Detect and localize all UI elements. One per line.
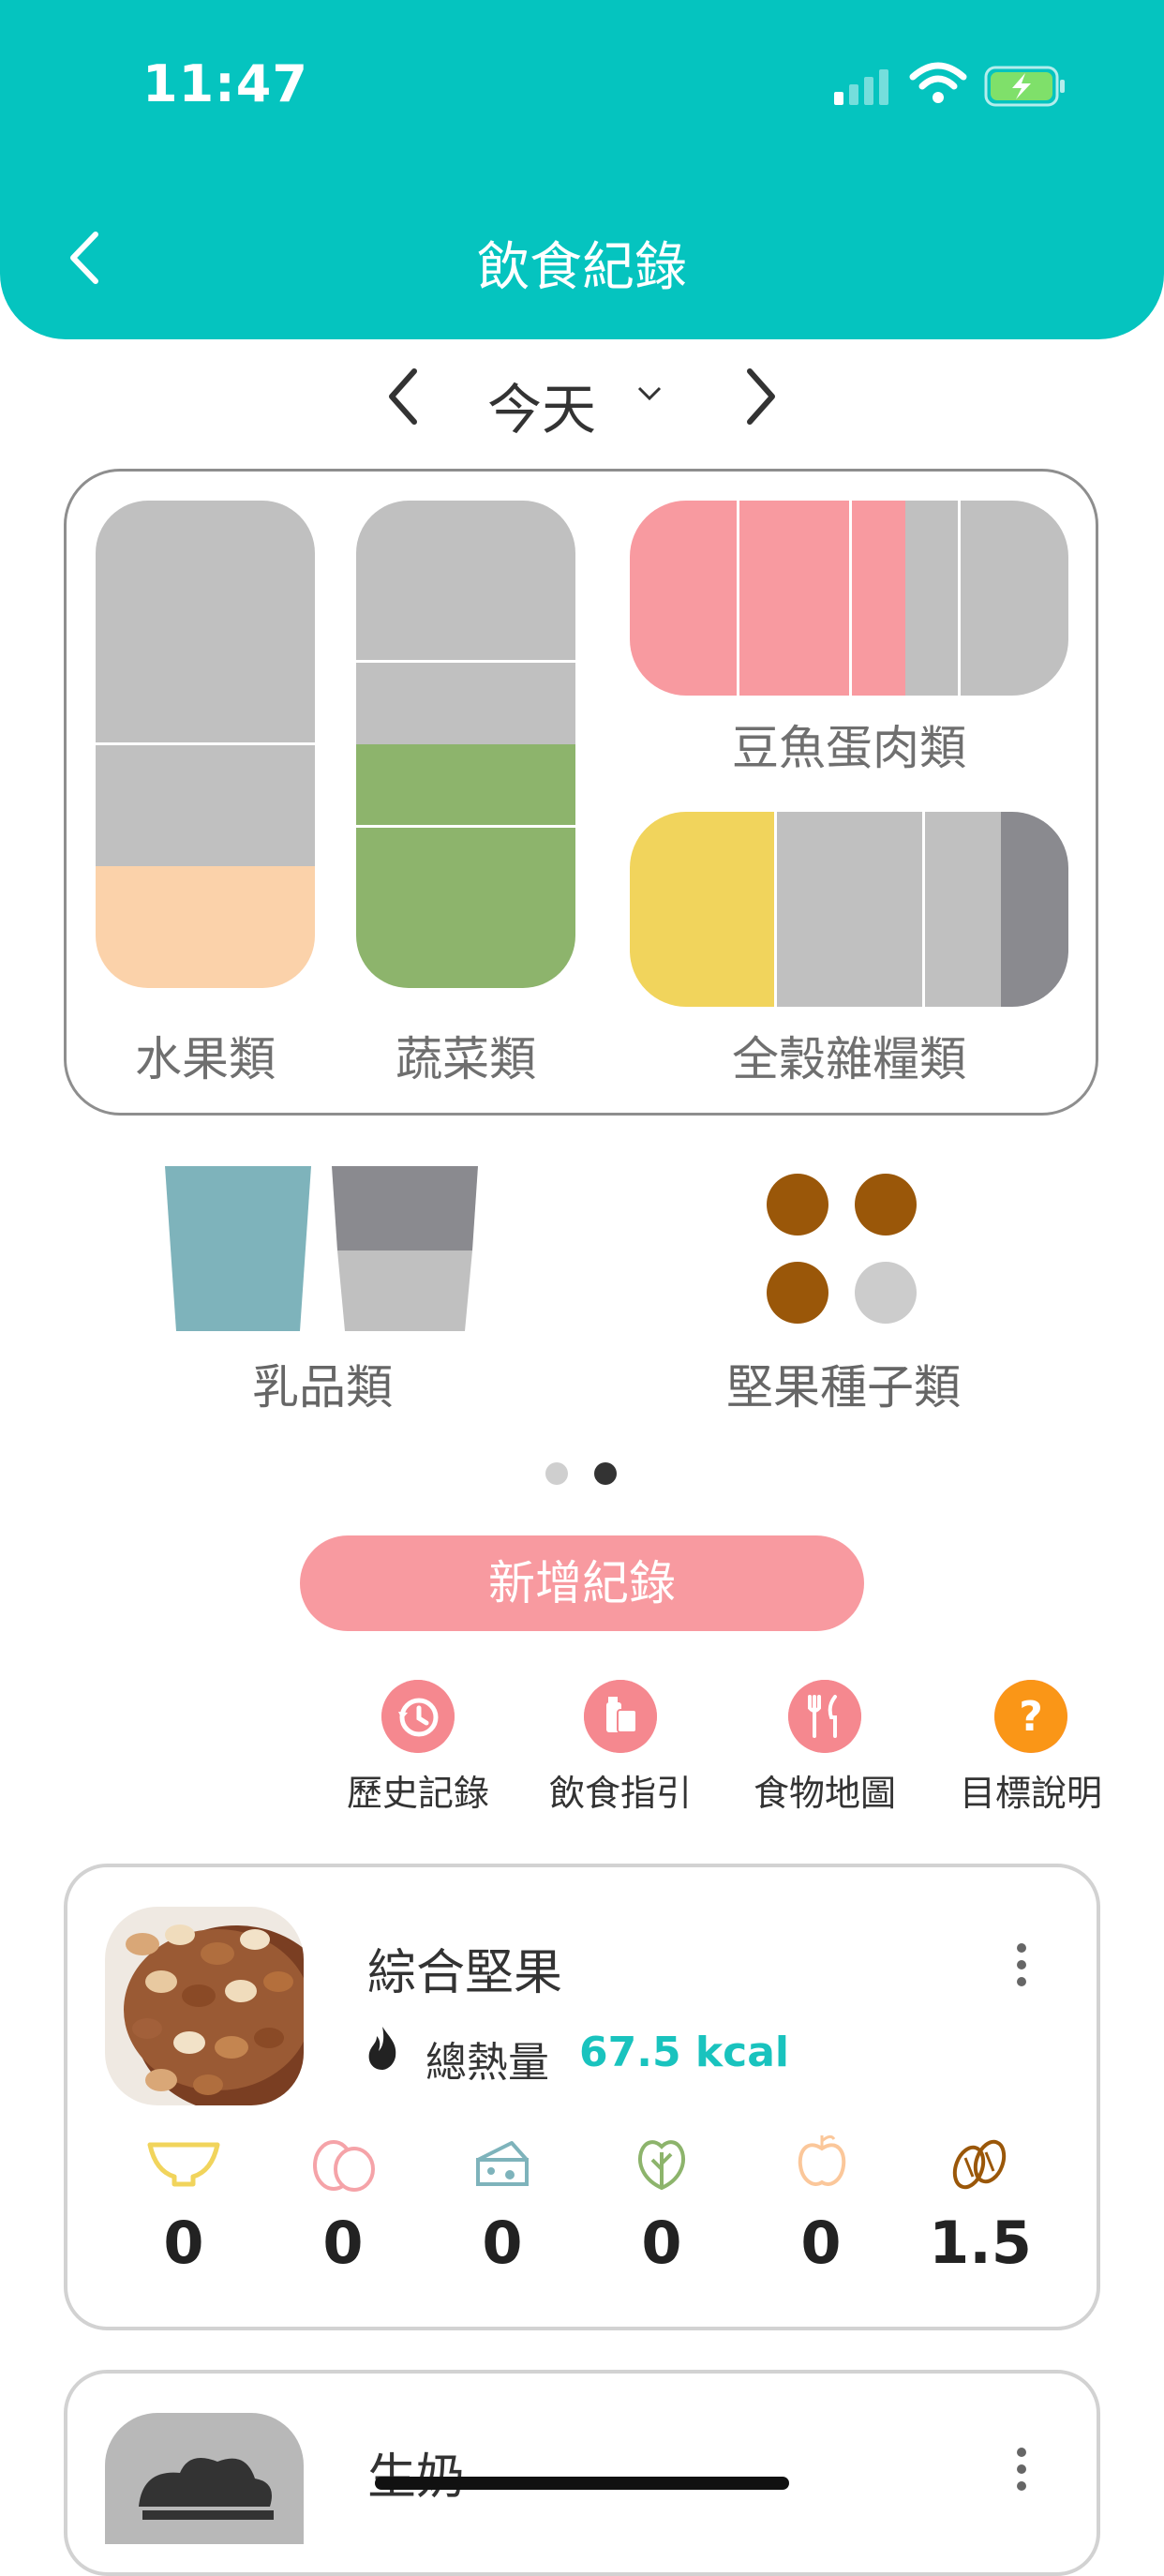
food-map-action[interactable]: 食物地圖: [722, 1680, 928, 1816]
chevron-down-icon: [637, 386, 662, 401]
nuts-almond-icon: [952, 2139, 1007, 2190]
vegetable-icon: [638, 2140, 685, 2191]
fruit-apple-icon: [798, 2134, 846, 2186]
fruit-count: 0: [800, 2209, 842, 2277]
calorie-value: 67.5 kcal: [579, 2029, 789, 2076]
nuts-label: 堅果種子類: [726, 1360, 961, 1415]
food-map-label: 食物地圖: [753, 1773, 896, 1814]
prev-day-button[interactable]: [371, 364, 437, 429]
help-icon: ?: [994, 1680, 1067, 1753]
grains-bar[interactable]: [630, 812, 1068, 1007]
guide-icon: [584, 1680, 657, 1753]
goal-info-label: 目標說明: [959, 1773, 1102, 1814]
nuts-portion: [855, 1174, 917, 1236]
battery-charging-icon: [984, 66, 1065, 107]
goal-info-action[interactable]: ? 目標說明: [928, 1680, 1134, 1816]
dairy-label: 乳品類: [252, 1360, 393, 1415]
protein-label: 豆魚蛋肉類: [732, 721, 966, 775]
pager-dot-active[interactable]: [594, 1462, 617, 1485]
nuts-portion-empty: [855, 1262, 917, 1324]
wifi-icon: [909, 62, 967, 103]
guide-action[interactable]: 飲食指引: [517, 1680, 724, 1816]
dairy-count: 0: [482, 2209, 523, 2277]
vegetable-count: 0: [641, 2209, 682, 2277]
more-options-button[interactable]: [1016, 1942, 1027, 1989]
fruit-label: 水果類: [135, 1032, 276, 1086]
protein-bar[interactable]: [630, 501, 1068, 696]
history-icon: [381, 1680, 455, 1753]
more-options-button[interactable]: [1016, 2447, 1027, 2494]
cheese-icon: [476, 2141, 529, 2186]
food-photo: [105, 2413, 304, 2544]
add-record-button[interactable]: 新增紀錄: [300, 1535, 864, 1631]
pager-dot[interactable]: [545, 1462, 568, 1485]
page-title: 飲食紀錄: [477, 237, 687, 298]
grains-count: 0: [163, 2209, 204, 2277]
food-map-icon: [788, 1680, 861, 1753]
calorie-label: 總熱量: [425, 2039, 549, 2087]
vegetable-label: 蔬菜類: [395, 1032, 536, 1086]
vegetable-bar[interactable]: [356, 501, 575, 988]
nuts-count: 1.5: [929, 2209, 1032, 2277]
nuts-portion: [767, 1262, 828, 1324]
guide-label: 飲食指引: [548, 1773, 692, 1814]
grains-bowl-icon: [147, 2142, 220, 2187]
egg-icon: [313, 2140, 375, 2192]
nuts-portion: [767, 1174, 828, 1236]
food-name: 綜合堅果: [367, 1945, 563, 2001]
food-name: 生奶: [367, 2437, 465, 2508]
dairy-cups[interactable]: [163, 1164, 482, 1333]
history-label: 歷史記錄: [346, 1773, 489, 1814]
history-action[interactable]: 歷史記錄: [315, 1680, 521, 1816]
status-time: 11:47: [142, 54, 308, 113]
svg-text:?: ?: [1019, 1693, 1043, 1741]
fire-icon: [368, 2027, 396, 2070]
food-photo: [105, 1907, 304, 2105]
date-selector[interactable]: 今天: [487, 366, 596, 444]
cellular-signal-icon: [834, 69, 888, 105]
fruit-bar[interactable]: [96, 501, 315, 988]
grains-label: 全穀雜糧類: [732, 1032, 966, 1086]
home-indicator: [375, 2477, 789, 2490]
next-day-button[interactable]: [727, 364, 793, 429]
protein-count: 0: [322, 2209, 364, 2277]
